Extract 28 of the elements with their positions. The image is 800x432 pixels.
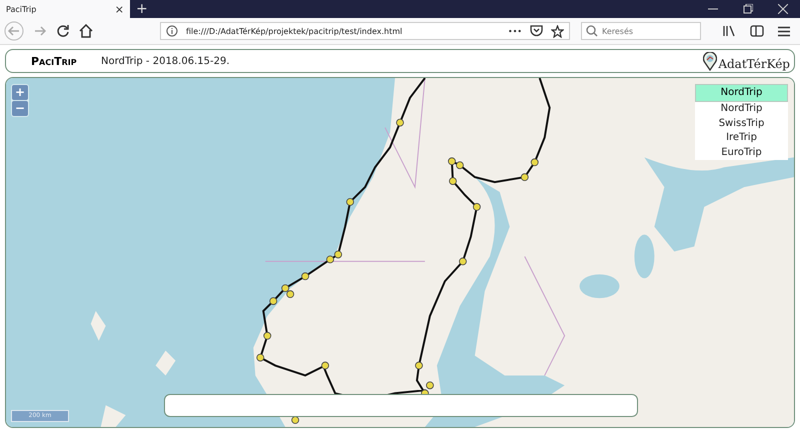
restore-icon[interactable] bbox=[743, 4, 753, 14]
sidebar-icon[interactable] bbox=[750, 25, 764, 37]
reload-icon[interactable] bbox=[56, 24, 70, 38]
dropdown-option[interactable]: SwissTrip bbox=[695, 116, 788, 131]
browser-tab[interactable]: PaciTrip × bbox=[0, 0, 130, 18]
close-icon[interactable] bbox=[778, 4, 788, 14]
close-tab-button[interactable]: × bbox=[114, 2, 124, 16]
home-icon[interactable] bbox=[79, 24, 93, 38]
dropdown-option[interactable]: EuroTrip bbox=[695, 146, 788, 160]
more-button[interactable]: ••• bbox=[508, 26, 522, 36]
address-bar[interactable]: file:///D:/AdatTérKép/projektek/pacitrip/test/index.html ••• bbox=[160, 22, 570, 40]
menu-icon[interactable] bbox=[778, 26, 790, 36]
tab-title: PaciTrip bbox=[6, 4, 36, 14]
brand-title: PaciTrip bbox=[31, 54, 78, 68]
logo-text: AdatTérKép bbox=[718, 56, 790, 70]
trip-title: NordTrip - 2018.06.15-29. bbox=[101, 56, 230, 66]
pocket-icon[interactable] bbox=[530, 25, 543, 37]
map-pin-icon bbox=[703, 52, 718, 70]
trip-select[interactable]: NordTrip bbox=[695, 84, 788, 102]
search-icon bbox=[586, 25, 598, 37]
search-field[interactable]: Keresés bbox=[581, 22, 701, 40]
new-tab-button[interactable]: + bbox=[130, 0, 154, 18]
url-text: file:///D:/AdatTérKép/projektek/pacitrip/test/index.html bbox=[186, 26, 404, 36]
dropdown-option[interactable]: NordTrip bbox=[695, 102, 788, 116]
library-icon[interactable] bbox=[722, 25, 736, 37]
info-icon[interactable] bbox=[166, 25, 178, 37]
star-icon[interactable] bbox=[551, 24, 564, 38]
dropdown-option[interactable]: IreTrip bbox=[695, 131, 788, 146]
